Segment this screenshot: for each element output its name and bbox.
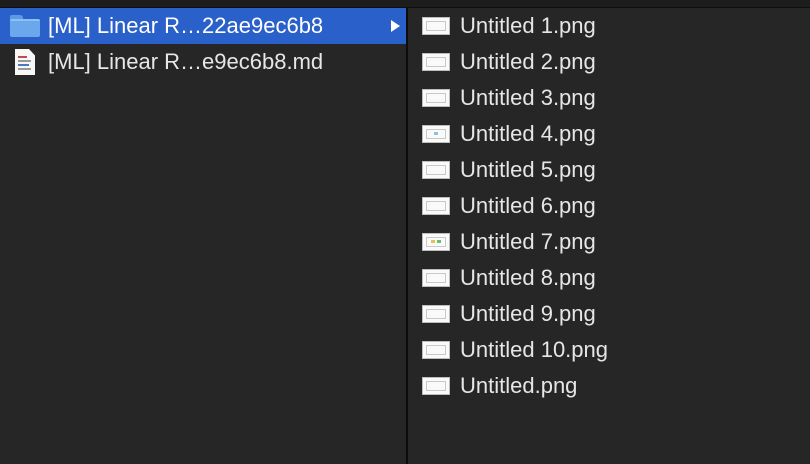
image-thumbnail-icon	[422, 89, 450, 107]
markdown-file-icon	[15, 49, 35, 75]
image-thumbnail-icon	[422, 197, 450, 215]
file-name: Untitled 8.png	[460, 265, 596, 290]
file-row[interactable]: Untitled 3.png	[408, 80, 596, 116]
folder-row[interactable]: [ML] Linear R…22ae9ec6b8	[0, 8, 406, 44]
file-name: Untitled 2.png	[460, 49, 596, 74]
file-name: Untitled 6.png	[460, 193, 596, 218]
image-thumbnail-icon	[422, 377, 450, 395]
file-name: Untitled 9.png	[460, 301, 596, 326]
file-name: Untitled 10.png	[460, 337, 608, 362]
file-name: Untitled 4.png	[460, 121, 596, 146]
file-row[interactable]: Untitled 8.png	[408, 260, 596, 296]
finder-column-view: [ML] Linear R…22ae9ec6b8 [ML] Linear R…e…	[0, 0, 810, 464]
image-thumbnail-icon	[422, 269, 450, 287]
image-thumbnail-icon	[422, 305, 450, 323]
file-name: Untitled 5.png	[460, 157, 596, 182]
file-row[interactable]: Untitled 10.png	[408, 332, 608, 368]
file-name: Untitled 1.png	[460, 13, 596, 38]
file-name: Untitled.png	[460, 373, 578, 398]
disclosure-arrow-icon	[391, 20, 400, 32]
file-row[interactable]: Untitled.png	[408, 368, 577, 404]
file-row[interactable]: Untitled 4.png	[408, 116, 596, 152]
right-column[interactable]: Untitled 1.png Untitled 2.png Untitled 3…	[408, 8, 810, 464]
markdown-file-row[interactable]: [ML] Linear R…e9ec6b8.md	[0, 44, 406, 80]
file-row[interactable]: Untitled 9.png	[408, 296, 596, 332]
image-thumbnail-icon	[422, 53, 450, 71]
file-name: Untitled 3.png	[460, 85, 596, 110]
file-row[interactable]: Untitled 2.png	[408, 44, 596, 80]
markdown-file-name: [ML] Linear R…e9ec6b8.md	[48, 49, 324, 74]
file-row[interactable]: Untitled 5.png	[408, 152, 596, 188]
image-thumbnail-icon	[422, 341, 450, 359]
left-column[interactable]: [ML] Linear R…22ae9ec6b8 [ML] Linear R…e…	[0, 8, 406, 464]
image-thumbnail-icon	[422, 17, 450, 35]
image-thumbnail-icon	[422, 125, 450, 143]
file-row[interactable]: Untitled 7.png	[408, 224, 596, 260]
toolbar-edge	[0, 0, 810, 8]
image-thumbnail-icon	[422, 233, 450, 251]
folder-icon	[10, 15, 40, 37]
file-row[interactable]: Untitled 6.png	[408, 188, 596, 224]
file-name: Untitled 7.png	[460, 229, 596, 254]
image-thumbnail-icon	[422, 161, 450, 179]
file-row[interactable]: Untitled 1.png	[408, 8, 596, 44]
folder-name: [ML] Linear R…22ae9ec6b8	[48, 13, 324, 38]
